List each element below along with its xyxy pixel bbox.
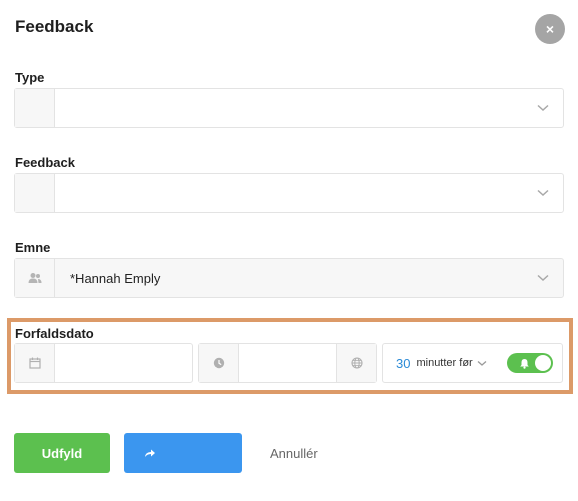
calendar-icon xyxy=(15,344,55,382)
users-icon xyxy=(15,259,55,297)
clock-icon xyxy=(199,344,239,382)
fill-button[interactable]: Udfyld xyxy=(14,433,110,473)
subject-select-value: *Hannah Emply xyxy=(70,270,161,286)
chevron-down-icon xyxy=(523,189,563,197)
date-input[interactable] xyxy=(55,344,192,382)
chevron-down-icon xyxy=(523,104,563,112)
type-select-lead xyxy=(15,89,55,127)
feedback-label: Feedback xyxy=(15,155,75,170)
close-button[interactable]: × xyxy=(535,14,565,44)
reminder-unit: minutter før xyxy=(416,357,473,369)
chevron-down-icon xyxy=(477,360,487,367)
bell-icon xyxy=(517,356,531,370)
chevron-down-icon xyxy=(523,274,563,282)
feedback-select-lead xyxy=(15,174,55,212)
toggle-knob xyxy=(535,355,551,371)
date-field[interactable] xyxy=(14,343,193,383)
time-field[interactable] xyxy=(198,343,377,383)
share-arrow-icon xyxy=(144,446,156,461)
close-icon: × xyxy=(545,21,555,37)
type-label: Type xyxy=(15,70,45,85)
type-select[interactable] xyxy=(14,88,564,128)
time-input[interactable] xyxy=(239,344,336,382)
share-button[interactable] xyxy=(124,433,242,473)
due-date-label: Forfaldsdato xyxy=(15,326,94,341)
reminder-toggle[interactable] xyxy=(507,353,553,373)
reminder-field[interactable]: 30 minutter før xyxy=(382,343,563,383)
dialog-title: Feedback xyxy=(15,17,94,36)
cancel-button[interactable]: Annullér xyxy=(256,433,336,473)
reminder-amount: 30 xyxy=(396,355,411,371)
subject-label: Emne xyxy=(15,240,51,255)
subject-select[interactable]: *Hannah Emply xyxy=(14,258,564,298)
globe-icon[interactable] xyxy=(336,344,376,382)
feedback-select[interactable] xyxy=(14,173,564,213)
